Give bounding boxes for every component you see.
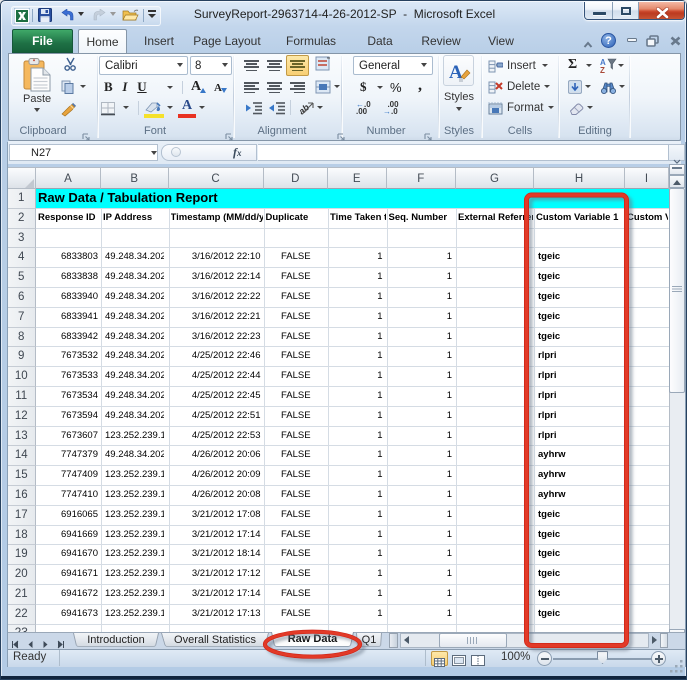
- svg-text:ab: ab: [300, 102, 312, 116]
- svg-text:Z: Z: [600, 66, 605, 73]
